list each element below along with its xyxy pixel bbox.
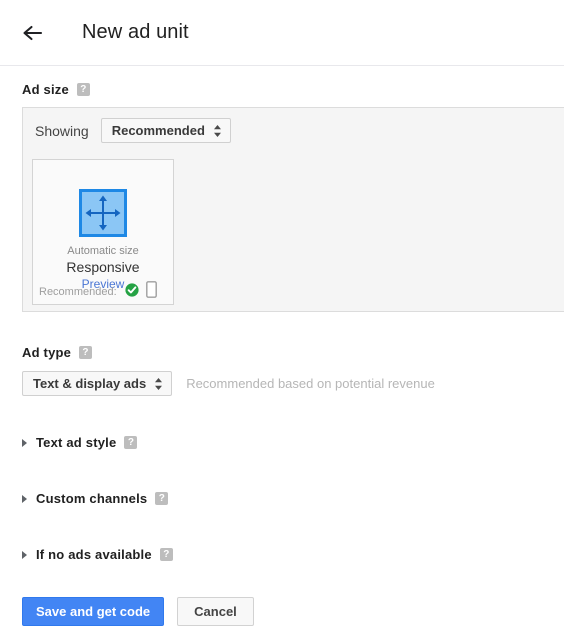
back-button[interactable] [20, 23, 68, 43]
ad-size-panel: Showing Recommended Automatic size Respo… [22, 107, 564, 312]
form-actions: Save and get code Cancel [22, 597, 254, 626]
chevron-right-icon [22, 550, 27, 559]
showing-label: Showing [35, 122, 89, 139]
ad-size-label: Ad size [22, 82, 69, 97]
showing-row: Showing Recommended [23, 108, 564, 143]
page-title: New ad unit [82, 21, 189, 43]
ad-type-label: Ad type [22, 345, 72, 360]
collapsible-label: Custom channels [36, 491, 148, 506]
collapsible-label: Text ad style [36, 435, 117, 450]
chevron-right-icon [22, 438, 27, 447]
ad-type-note: Recommended based on potential revenue [186, 376, 435, 391]
collapsible-custom-channels[interactable]: Custom channels ? [22, 491, 169, 506]
mobile-phone-icon [145, 281, 157, 303]
help-icon[interactable]: ? [76, 83, 90, 96]
ad-size-section-heading: Ad size ? [22, 82, 90, 97]
save-and-get-code-button[interactable]: Save and get code [22, 597, 165, 626]
help-icon[interactable]: ? [155, 492, 169, 505]
arrow-left-icon [20, 23, 46, 43]
cancel-button[interactable]: Cancel [177, 597, 254, 626]
green-check-circle-icon [125, 282, 139, 302]
automatic-size-label: Automatic size [67, 245, 139, 257]
ad-type-select[interactable]: Text & display ads [22, 371, 173, 396]
chevron-updown-icon [154, 377, 163, 391]
help-icon[interactable]: ? [159, 548, 173, 561]
ad-size-name: Responsive [66, 259, 140, 275]
chevron-updown-icon [213, 124, 222, 138]
ad-size-card-responsive[interactable]: Automatic size Responsive Preview Recomm… [32, 159, 174, 305]
recommended-footer: Recommended: [33, 280, 173, 304]
ad-type-section-heading: Ad type ? [22, 345, 93, 360]
ad-type-select-value: Text & display ads [33, 376, 147, 391]
collapsible-label: If no ads available [36, 547, 152, 562]
recommended-icons [125, 281, 157, 303]
chevron-right-icon [22, 494, 27, 503]
showing-select-value: Recommended [111, 123, 205, 138]
collapsible-if-no-ads-available[interactable]: If no ads available ? [22, 547, 173, 562]
help-icon[interactable]: ? [79, 346, 93, 359]
recommended-label: Recommended: [39, 286, 117, 298]
showing-select[interactable]: Recommended [100, 118, 231, 143]
app-header: New ad unit [0, 0, 564, 66]
collapsible-text-ad-style[interactable]: Text ad style ? [22, 435, 138, 450]
responsive-resize-icon [33, 189, 173, 237]
ad-type-row: Text & display ads Recommended based on … [22, 371, 435, 396]
help-icon[interactable]: ? [124, 436, 138, 449]
